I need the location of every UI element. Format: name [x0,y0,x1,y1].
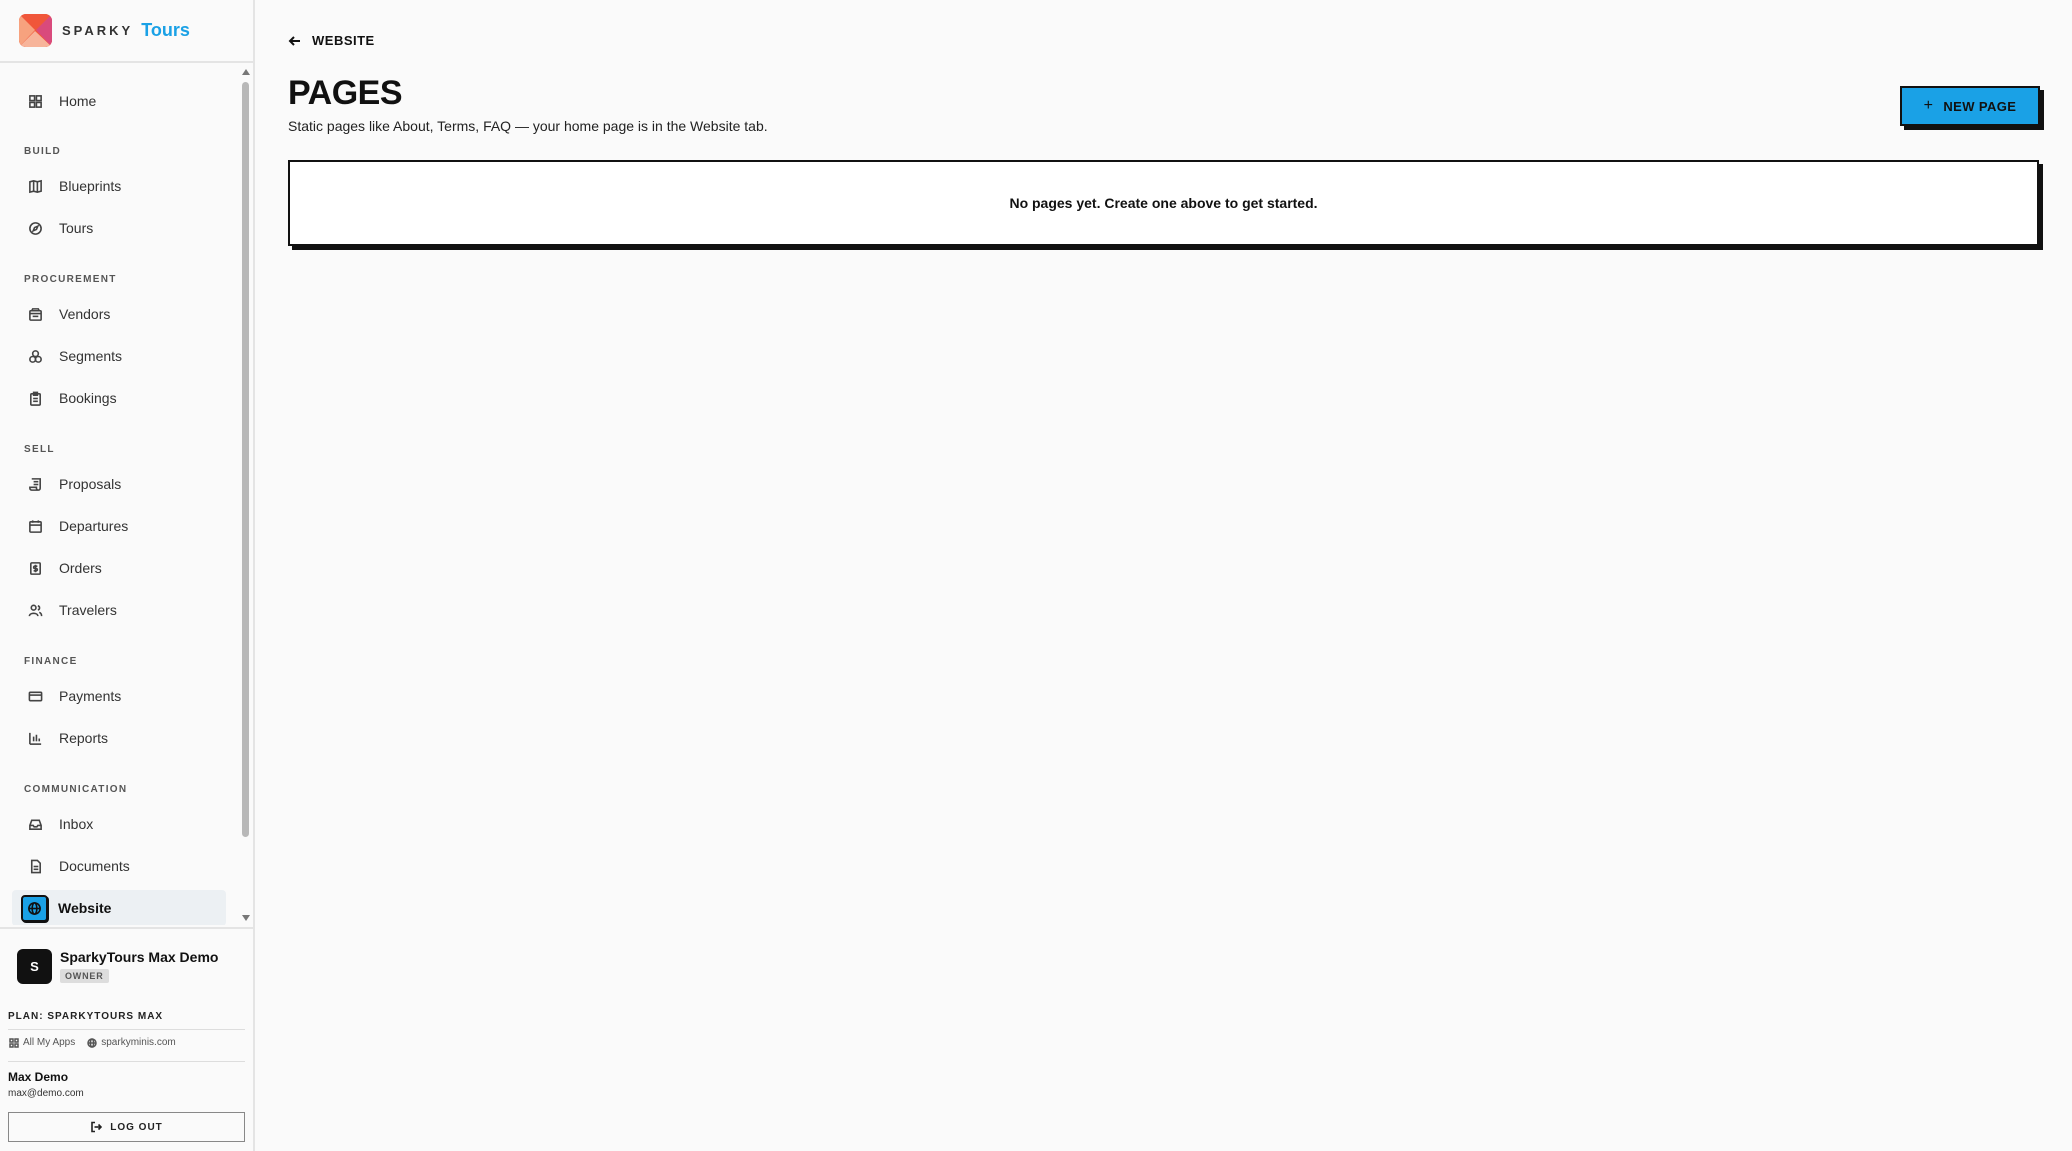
main-content: WEBSITE PAGES Static pages like About, T… [255,0,2072,1151]
sidebar-item-travelers[interactable]: Travelers [12,592,226,628]
scrollbar-thumb[interactable] [242,82,249,837]
org-name: SparkyTours Max Demo [60,949,219,965]
sidebar-item-proposals[interactable]: Proposals [12,466,226,502]
sidebar-item-departures[interactable]: Departures [12,508,226,544]
globe-icon [87,1037,97,1048]
brand-word: SPARKY [62,23,134,38]
back-link-label: WEBSITE [312,33,375,48]
sidebar-item-website[interactable]: Website [12,890,226,925]
arrow-left-icon [288,35,300,46]
divider [8,1061,245,1062]
section-label-build: BUILD [24,146,62,157]
sidebar-item-vendors[interactable]: Vendors [12,296,226,332]
sidebar-item-label: Vendors [59,306,111,322]
compass-icon [27,220,43,236]
bar-chart-icon [27,730,43,746]
section-label-communication: COMMUNICATION [24,784,128,795]
sidebar-item-tours[interactable]: Tours [12,210,226,246]
sidebar-item-label: Blueprints [59,178,122,194]
sidebar-item-label: Documents [59,858,130,874]
sidebar-item-label: Reports [59,730,109,746]
all-apps-label: All My Apps [23,1037,76,1048]
grid-icon [9,1037,19,1048]
user-name: Max Demo [8,1070,69,1084]
logout-label: LOG OUT [110,1121,163,1133]
sidebar-item-reports[interactable]: Reports [12,720,226,756]
site-link[interactable]: sparkyminis.com [87,1037,176,1048]
new-page-button[interactable]: + NEW PAGE [1900,86,2040,126]
org-role-badge: OWNER [60,969,109,983]
brand-logo-icon [19,14,52,47]
org-avatar: S [17,949,52,984]
plan-label: PLAN: SPARKYTOURS MAX [8,1011,164,1022]
document-icon [27,858,43,874]
new-page-label: NEW PAGE [1943,98,2017,114]
sidebar-item-payments[interactable]: Payments [12,678,226,714]
scroll-icon [27,476,43,492]
credit-card-icon [27,688,43,704]
empty-state-message: No pages yet. Create one above to get st… [1009,195,1318,211]
back-link[interactable]: WEBSITE [288,33,375,48]
inbox-icon [27,816,43,832]
sidebar-item-label: Home [59,93,97,109]
plus-icon: + [1923,97,1934,114]
empty-state-card: No pages yet. Create one above to get st… [288,160,2039,246]
divider [8,1029,245,1030]
account-links: All My Apps sparkyminis.com [9,1037,188,1048]
brand-accent: Tours [141,20,190,40]
page-subtitle: Static pages like About, Terms, FAQ — yo… [288,118,768,134]
sidebar-item-orders[interactable]: Orders [12,550,226,586]
sidebar-item-blueprints[interactable]: Blueprints [12,168,226,204]
logout-button[interactable]: LOG OUT [8,1112,245,1142]
sidebar-item-label: Orders [59,560,102,576]
section-label-sell: SELL [24,444,55,455]
scroll-down-arrow-icon[interactable] [242,915,250,921]
section-label-procurement: PROCUREMENT [24,274,117,285]
grid-icon [27,93,43,109]
dollar-icon [27,560,43,576]
calendar-icon [27,518,43,534]
sidebar-item-label: Proposals [59,476,122,492]
brand[interactable]: SPARKY Tours [0,0,253,63]
globe-icon [21,894,48,922]
logout-icon [91,1121,103,1133]
sidebar-item-documents[interactable]: Documents [12,848,226,884]
scroll-up-arrow-icon[interactable] [242,69,250,75]
map-icon [27,178,43,194]
sidebar: SPARKY Tours Home BUILD Blueprints Tours… [0,0,255,1151]
sidebar-item-bookings[interactable]: Bookings [12,380,226,416]
account-panel: S SparkyTours Max Demo OWNER PLAN: SPARK… [0,927,253,1151]
sidebar-scrollbar[interactable] [240,65,252,925]
sidebar-item-label: Website [58,900,112,916]
sidebar-nav: Home BUILD Blueprints Tours PROCUREMENT … [0,65,240,925]
sidebar-item-home[interactable]: Home [12,83,226,119]
sidebar-item-label: Segments [59,348,123,364]
user-email: max@demo.com [8,1088,84,1099]
building-icon [27,306,43,322]
section-label-finance: FINANCE [24,656,78,667]
sidebar-item-segments[interactable]: Segments [12,338,226,374]
sidebar-item-label: Tours [59,220,94,236]
page-title: PAGES [288,74,403,112]
circles-icon [27,348,43,364]
all-apps-link[interactable]: All My Apps [9,1037,75,1048]
site-label: sparkyminis.com [101,1037,176,1048]
sidebar-item-label: Departures [59,518,129,534]
org-switcher[interactable]: S SparkyTours Max Demo OWNER [17,949,218,984]
sidebar-item-label: Inbox [59,816,94,832]
sidebar-item-label: Travelers [59,602,117,618]
sidebar-item-label: Bookings [59,390,117,406]
users-icon [27,602,43,618]
clipboard-icon [27,390,43,406]
sidebar-item-label: Payments [59,688,122,704]
sidebar-item-inbox[interactable]: Inbox [12,806,226,842]
